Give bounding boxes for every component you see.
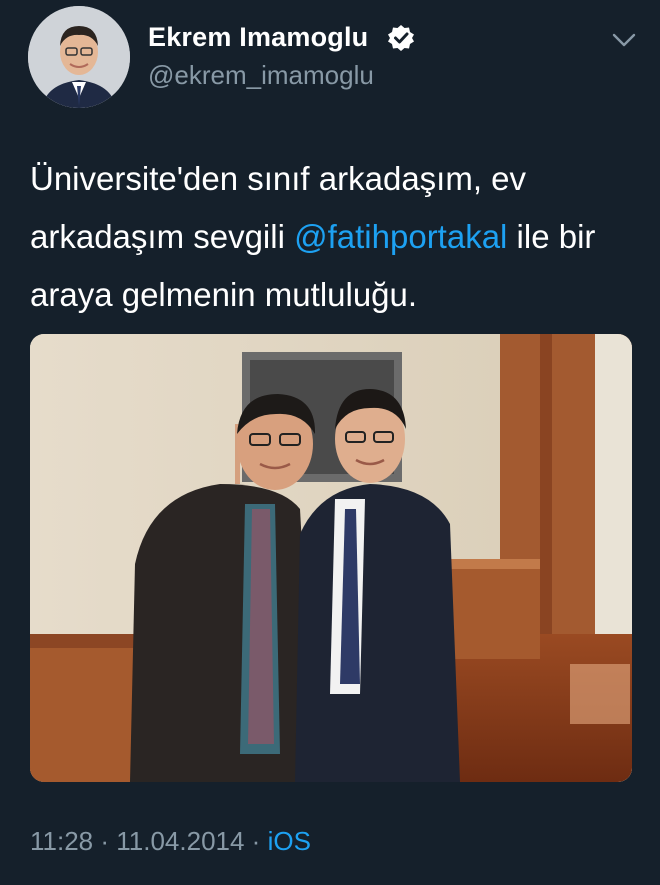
meta-separator: · bbox=[93, 826, 117, 856]
source-app-link[interactable]: iOS bbox=[268, 826, 311, 856]
tweet-date: 11.04.2014 bbox=[116, 826, 245, 856]
avatar-image bbox=[28, 6, 130, 108]
tweet-time: 11:28 bbox=[30, 826, 94, 856]
chevron-down-icon[interactable] bbox=[610, 30, 638, 50]
meta-separator: · bbox=[244, 826, 268, 856]
author-display-name[interactable]: Ekrem Imamoglu bbox=[148, 22, 368, 53]
author-handle[interactable]: @ekrem_imamoglu bbox=[148, 60, 374, 91]
avatar[interactable] bbox=[28, 6, 130, 108]
verified-badge-icon bbox=[388, 25, 414, 51]
mention-link[interactable]: @fatihportakal bbox=[294, 218, 507, 255]
tweet-meta: 11:28 · 11.04.2014 · iOS bbox=[30, 826, 311, 857]
tweet-photo[interactable] bbox=[30, 334, 632, 782]
photo-image bbox=[30, 334, 632, 782]
tweet-text: Üniversite'den sınıf arkadaşım, ev arkad… bbox=[30, 150, 640, 324]
